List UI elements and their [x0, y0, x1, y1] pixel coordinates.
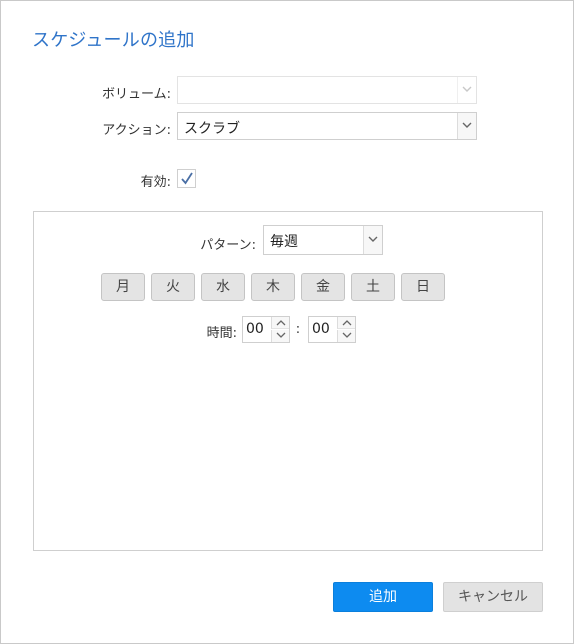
day-button-sun[interactable]: 日	[401, 273, 445, 301]
action-value: スクラブ	[184, 121, 240, 137]
cancel-button[interactable]: キャンセル	[443, 582, 543, 612]
time-separator: :	[295, 322, 301, 337]
day-button-mon[interactable]: 月	[101, 273, 145, 301]
minute-stepper[interactable]: 00	[308, 316, 356, 343]
chevron-up-icon[interactable]	[271, 317, 289, 329]
pattern-select[interactable]: 毎週	[263, 225, 383, 255]
dialog-title: スケジュールの追加	[32, 30, 195, 51]
hour-stepper[interactable]: 00	[242, 316, 290, 343]
action-select[interactable]: スクラブ	[177, 112, 477, 140]
chevron-down-icon[interactable]	[271, 330, 289, 342]
day-button-tue[interactable]: 火	[151, 273, 195, 301]
schedule-panel: パターン: 毎週 月 火 水 木 金 土 日 時間: 00 : 00	[33, 211, 543, 551]
day-button-sat[interactable]: 土	[351, 273, 395, 301]
checkmark-icon	[181, 172, 193, 185]
day-button-wed[interactable]: 水	[201, 273, 245, 301]
enabled-checkbox[interactable]	[177, 169, 196, 188]
hour-value: 00	[246, 321, 264, 337]
chevron-down-icon[interactable]	[457, 77, 476, 103]
chevron-down-icon[interactable]	[457, 113, 476, 139]
enabled-label: 有効:	[140, 175, 171, 190]
pattern-value: 毎週	[270, 234, 298, 250]
time-label: 時間:	[206, 326, 237, 341]
day-button-fri[interactable]: 金	[301, 273, 345, 301]
day-button-thu[interactable]: 木	[251, 273, 295, 301]
volume-select[interactable]	[177, 76, 477, 104]
chevron-up-icon[interactable]	[337, 317, 355, 329]
add-button[interactable]: 追加	[333, 582, 433, 612]
chevron-down-icon[interactable]	[363, 226, 382, 254]
action-label: アクション:	[102, 123, 171, 138]
volume-label: ボリューム:	[102, 87, 171, 102]
minute-value: 00	[312, 321, 330, 337]
pattern-label: パターン:	[200, 238, 256, 253]
add-schedule-dialog: スケジュールの追加 ボリューム: アクション: スクラブ 有効: パターン: 毎…	[0, 0, 574, 644]
chevron-down-icon[interactable]	[337, 330, 355, 342]
